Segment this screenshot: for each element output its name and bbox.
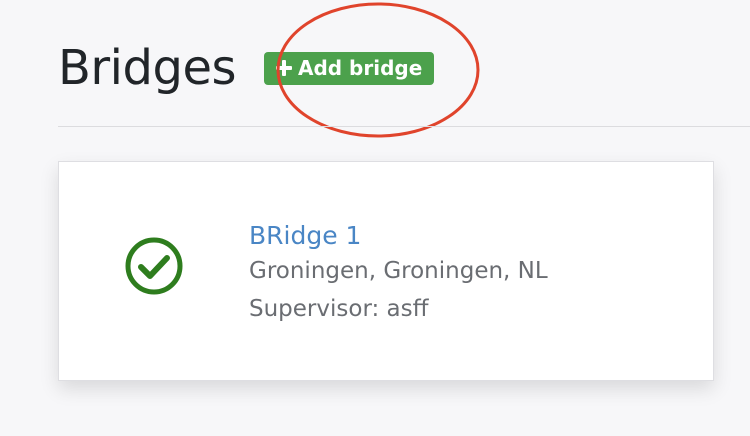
header-divider — [58, 126, 750, 127]
page-title: Bridges — [58, 40, 236, 96]
page-header: Bridges Add bridge — [58, 28, 435, 108]
check-circle-icon — [125, 237, 183, 295]
bridge-supervisor: Supervisor: asff — [249, 296, 429, 322]
bridge-info: BRidge 1 Groningen, Groningen, NL Superv… — [249, 220, 548, 328]
add-bridge-button[interactable]: Add bridge — [263, 51, 435, 85]
bridges-page: Bridges Add bridge BRidge 1 Groningen, G… — [0, 0, 750, 436]
bridge-location: Groningen, Groningen, NL — [249, 258, 548, 284]
add-bridge-button-label: Add bridge — [297, 55, 423, 80]
plus-icon — [275, 59, 292, 76]
bridge-card: BRidge 1 Groningen, Groningen, NL Superv… — [58, 161, 714, 381]
bridge-name-link[interactable]: BRidge 1 — [249, 220, 548, 252]
